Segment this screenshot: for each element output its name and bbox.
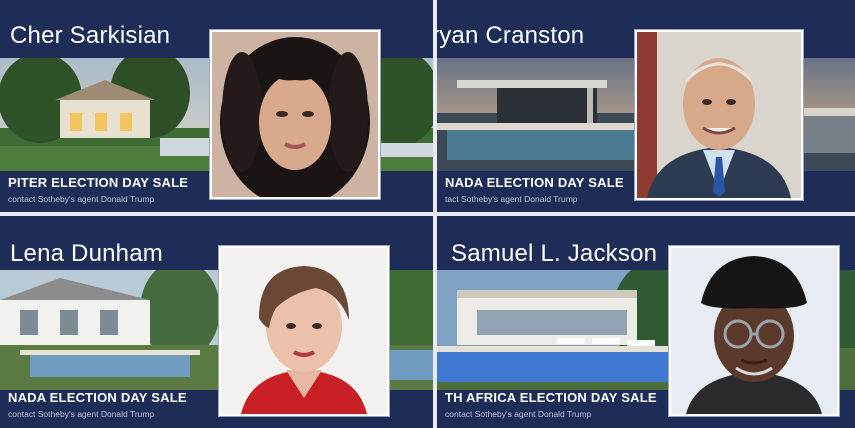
celebrity-portrait [669,246,839,416]
listing-card-4[interactable]: Samuel L. Jackson TH AFRICA ELECTION DAY… [437,216,855,428]
celebrity-name: Lena Dunham [10,240,163,267]
sale-subtitle: contact Sotheby's agent Donald Trump [8,194,155,204]
listing-card-2[interactable]: ryan Cranston NADA ELECTION DAY SALE tac… [437,0,855,212]
listing-grid: Cher Sarkisian PITER ELECTION DAY SALE c… [0,0,855,428]
sale-title: TH AFRICA ELECTION DAY SALE [445,390,657,405]
celebrity-name: Cher Sarkisian [10,22,171,49]
listing-card-1[interactable]: Cher Sarkisian PITER ELECTION DAY SALE c… [0,0,433,212]
sale-title: NADA ELECTION DAY SALE [8,390,187,405]
sale-subtitle: contact Sotheby's agent Donald Trump [8,409,155,419]
celebrity-portrait [210,30,380,199]
celebrity-name: Samuel L. Jackson [451,240,658,267]
listing-card-3[interactable]: Lena Dunham NADA ELECTION DAY SALE conta… [0,216,433,428]
celebrity-name: ryan Cranston [437,22,585,49]
celebrity-portrait [635,30,803,200]
celebrity-portrait [219,246,389,416]
sale-subtitle: contact Sotheby's agent Donald Trump [445,409,592,419]
sale-title: NADA ELECTION DAY SALE [445,175,624,190]
sale-subtitle: tact Sotheby's agent Donald Trump [445,194,578,204]
sale-title: PITER ELECTION DAY SALE [8,175,189,190]
